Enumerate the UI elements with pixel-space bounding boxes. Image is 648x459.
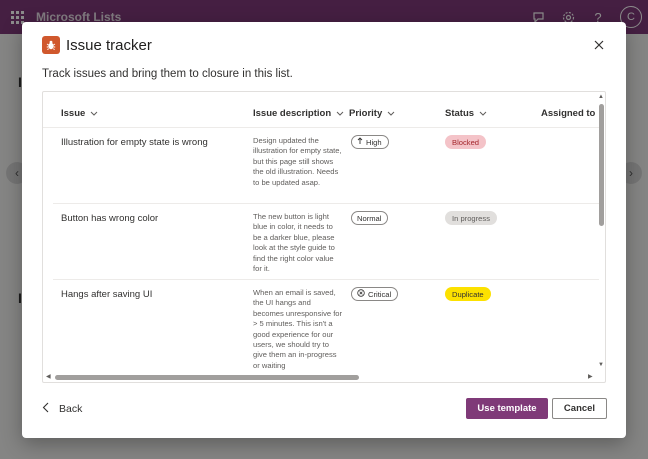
- priority-label: Normal: [357, 213, 382, 223]
- priority-pill: Normal: [351, 211, 389, 225]
- template-dialog: Issue tracker Track issues and bring the…: [22, 22, 626, 438]
- table-row[interactable]: Illustration for empty state is wrong De…: [53, 128, 599, 204]
- issue-cell: Hangs after saving UI: [61, 289, 153, 300]
- issue-cell: Button has wrong color: [61, 213, 159, 224]
- status-badge: Duplicate: [445, 287, 491, 301]
- issue-cell: Illustration for empty state is wrong: [61, 137, 208, 148]
- column-header-label: Issue description: [253, 108, 332, 119]
- dialog-title: Issue tracker: [66, 36, 152, 54]
- status-badge: Blocked: [445, 135, 487, 149]
- description-cell: The new button is light blue in color, i…: [253, 212, 335, 274]
- scroll-down-icon[interactable]: ▼: [598, 362, 604, 368]
- description-cell: Design updated the illustration for empt…: [253, 136, 342, 187]
- dialog-header: Issue tracker: [42, 36, 152, 54]
- back-label: Back: [59, 403, 83, 415]
- column-header-priority[interactable]: Priority: [349, 108, 395, 119]
- description-cell: When an email is saved, the UI hangs and…: [253, 288, 343, 370]
- column-header-label: Priority: [349, 108, 383, 119]
- list-preview: Issue Issue description Priority Status …: [42, 91, 606, 383]
- chevron-down-icon: [336, 108, 344, 119]
- scroll-up-icon[interactable]: ▲: [598, 94, 604, 100]
- use-template-button[interactable]: Use template: [466, 398, 548, 419]
- scroll-right-icon[interactable]: ▶: [588, 373, 593, 380]
- chevron-down-icon: [387, 108, 395, 119]
- column-header-label: Issue: [61, 108, 86, 119]
- dialog-subtitle: Track issues and bring them to closure i…: [42, 68, 293, 80]
- scroll-left-icon[interactable]: ◀: [46, 373, 51, 380]
- bug-icon: [42, 36, 60, 54]
- cancel-button[interactable]: Cancel: [552, 398, 607, 419]
- priority-pill: High: [351, 135, 389, 149]
- column-header-issue-description[interactable]: Issue description: [253, 108, 344, 119]
- close-icon[interactable]: [592, 38, 606, 52]
- vertical-scroll-thumb[interactable]: [599, 104, 604, 226]
- back-button[interactable]: Back: [42, 402, 82, 416]
- chevron-down-icon: [479, 108, 487, 119]
- horizontal-scrollbar[interactable]: ◀ ▶: [43, 372, 605, 382]
- column-header-assigned-to[interactable]: Assigned to: [541, 108, 599, 119]
- x-circle-icon: [357, 289, 365, 299]
- table-row[interactable]: Hangs after saving UI When an email is s…: [53, 280, 599, 374]
- priority-pill: Critical: [351, 287, 399, 301]
- column-header-label: Status: [445, 108, 475, 119]
- column-header-issue[interactable]: Issue: [61, 108, 98, 119]
- chevron-down-icon: [90, 108, 98, 119]
- column-header-status[interactable]: Status: [445, 108, 487, 119]
- priority-label: Critical: [368, 289, 392, 299]
- priority-label: High: [366, 137, 382, 147]
- status-badge: In progress: [445, 211, 497, 225]
- chevron-left-icon: [42, 402, 49, 416]
- horizontal-scroll-thumb[interactable]: [55, 375, 359, 380]
- vertical-scrollbar[interactable]: ▲ ▼: [597, 92, 605, 374]
- preview-table: Issue Issue description Priority Status …: [43, 92, 599, 374]
- table-header: Issue Issue description Priority Status …: [43, 92, 599, 128]
- column-header-label: Assigned to: [541, 108, 596, 119]
- table-row[interactable]: Button has wrong color The new button is…: [53, 204, 599, 280]
- arrow-up-icon: [357, 137, 363, 147]
